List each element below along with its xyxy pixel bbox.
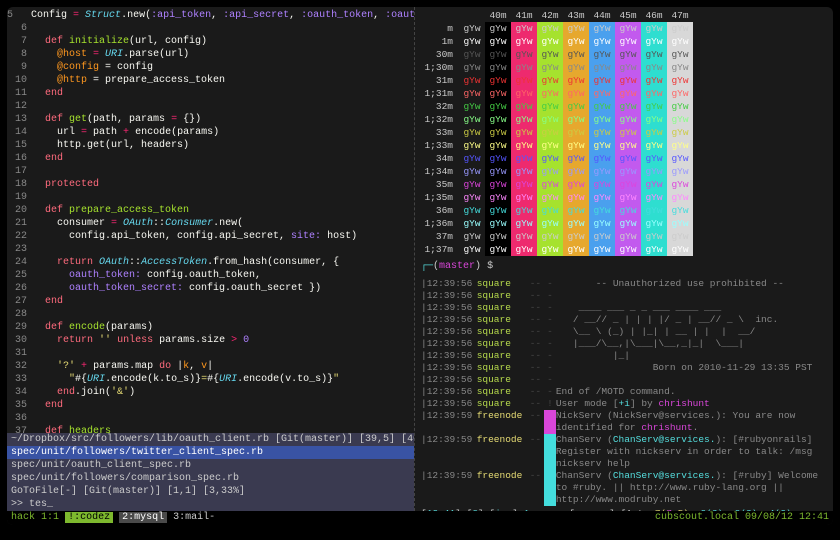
code-line[interactable]: 30 return '' unless params.size > 0 — [7, 334, 414, 347]
code-line[interactable]: 11 end — [7, 87, 414, 100]
code-line[interactable]: 28 — [7, 308, 414, 321]
code-line[interactable]: 21 consumer = OAuth::Consumer.new( — [7, 217, 414, 230]
code-line[interactable]: 26 oauth_token_secret: config.oauth_secr… — [7, 282, 414, 295]
code-line[interactable]: 16 end — [7, 152, 414, 165]
color-row: 30mgYwgYwgYwgYwgYwgYwgYwgYwgYw — [421, 48, 827, 61]
code-line[interactable]: 34 end.join('&') — [7, 386, 414, 399]
hack-bar: hack 1:1 !:codez 2:mysql 3:mail- cubscou… — [7, 511, 833, 525]
irc-line: |12:39:56square--- ____ ___ _ _ ___ ____… — [421, 302, 827, 314]
col-header: 40m — [485, 9, 511, 22]
col-header: 46m — [641, 9, 667, 22]
col-header: 44m — [589, 9, 615, 22]
code-line[interactable]: 13 def get(path, params = {}) — [7, 113, 414, 126]
irc-line: |12:39:56square--- Born on 2010-11-29 13… — [421, 362, 827, 374]
code-line[interactable]: 33 "#{URI.encode(k.to_s)}=#{URI.encode(v… — [7, 373, 414, 386]
window-active[interactable]: !:codez — [65, 512, 113, 523]
code-line[interactable]: 25 oauth_token: config.oauth_token, — [7, 269, 414, 282]
right-pane: 40m41m42m43m44m45m46m47mmgYwgYwgYwgYwgYw… — [415, 7, 833, 511]
code-line[interactable]: 24 return OAuth::AccessToken.from_hash(c… — [7, 256, 414, 269]
editor-pane: 5 Config = Struct.new(:api_token, :api_s… — [7, 7, 415, 511]
status-line: ~/Dropbox/src/followers/lib/oauth_client… — [7, 433, 414, 446]
code-line[interactable]: 37 def headers — [7, 425, 414, 433]
code-line[interactable]: 22 config.api_token, config.api_secret, … — [7, 230, 414, 243]
irc-line: |12:39:56square--- — [421, 374, 827, 386]
color-test-grid: 40m41m42m43m44m45m46m47mmgYwgYwgYwgYwgYw… — [415, 7, 833, 258]
file-status-area: ~/Dropbox/src/followers/lib/oauth_client… — [7, 433, 414, 511]
irc-line: |12:39:56square--- / __// _ | | | |/ _ |… — [421, 314, 827, 326]
code-line[interactable]: 5 Config = Struct.new(:api_token, :api_s… — [7, 9, 414, 22]
color-row: 37mgYwgYwgYwgYwgYwgYwgYwgYwgYw — [421, 230, 827, 243]
status-line: spec/unit/oauth_client_spec.rb — [7, 459, 414, 472]
code-line[interactable]: 27 end — [7, 295, 414, 308]
col-header: 43m — [563, 9, 589, 22]
code-line[interactable]: 36 — [7, 412, 414, 425]
code-line[interactable]: 23 — [7, 243, 414, 256]
color-row: 35mgYwgYwgYwgYwgYwgYwgYwgYwgYw — [421, 178, 827, 191]
irc-line: |12:39:56square--!User mode [+i] by chri… — [421, 398, 827, 410]
window-2[interactable]: 2:mysql — [119, 512, 167, 523]
color-row: 1;32mgYwgYwgYwgYwgYwgYwgYwgYwgYw — [421, 113, 827, 126]
color-row: 34mgYwgYwgYwgYwgYwgYwgYwgYwgYw — [421, 152, 827, 165]
code-line[interactable]: 19 — [7, 191, 414, 204]
status-line[interactable]: spec/unit/followers/twitter_client_spec.… — [7, 446, 414, 459]
status-line: >> tes_ — [7, 498, 414, 511]
code-line[interactable]: 10 @http = prepare_access_token — [7, 74, 414, 87]
irc-line: |12:39:59freenode---ChanServ (ChanServ@s… — [421, 470, 827, 506]
code-buffer[interactable]: 5 Config = Struct.new(:api_token, :api_s… — [7, 7, 414, 433]
code-line[interactable]: 6 — [7, 22, 414, 35]
session-name: hack — [11, 512, 35, 523]
color-row: 36mgYwgYwgYwgYwgYwgYwgYwgYwgYw — [421, 204, 827, 217]
status-line: GoToFile[-] [Git(master)] [1,1] [3,33%] — [7, 485, 414, 498]
irc-log[interactable]: |12:39:56square--- -- Unauthorized use p… — [415, 277, 833, 507]
code-line[interactable]: 9 @config = config — [7, 61, 414, 74]
code-line[interactable]: 29 def encode(params) — [7, 321, 414, 334]
col-header: 45m — [615, 9, 641, 22]
irc-line: |12:39:56square--- |_| — [421, 350, 827, 362]
irc-line: |12:39:56square--- — [421, 290, 827, 302]
irc-line: |12:39:56square--- -- Unauthorized use p… — [421, 278, 827, 290]
color-row: 33mgYwgYwgYwgYwgYwgYwgYwgYwgYw — [421, 126, 827, 139]
code-line[interactable]: 18 protected — [7, 178, 414, 191]
color-row: 1;37mgYwgYwgYwgYwgYwgYwgYwgYwgYw — [421, 243, 827, 256]
color-row: 1;31mgYwgYwgYwgYwgYwgYwgYwgYwgYw — [421, 87, 827, 100]
clock-host: cubscout.local 09/08/12 12:41 — [655, 511, 829, 525]
code-line[interactable]: 17 — [7, 165, 414, 178]
color-row: 1mgYwgYwgYwgYwgYwgYwgYwgYwgYw — [421, 35, 827, 48]
shell-prompt[interactable]: ┌─(master) $ — [415, 258, 833, 275]
code-line[interactable]: 32 '?' + params.map do |k, v| — [7, 360, 414, 373]
color-row: 31mgYwgYwgYwgYwgYwgYwgYwgYwgYw — [421, 74, 827, 87]
code-line[interactable]: 31 — [7, 347, 414, 360]
window-index: 1:1 — [41, 512, 59, 523]
irc-line: |12:39:56square--- \__ \ (_) | |_| | __ … — [421, 326, 827, 338]
code-line[interactable]: 14 url = path + encode(params) — [7, 126, 414, 139]
irc-line: |12:39:59freenode---NickServ (NickServ@s… — [421, 410, 827, 434]
color-row: 1;36mgYwgYwgYwgYwgYwgYwgYwgYwgYw — [421, 217, 827, 230]
irc-line: |12:39:59freenode---ChanServ (ChanServ@s… — [421, 434, 827, 470]
irc-line: |12:39:56square--- |___/\__,|\___|\__,_|… — [421, 338, 827, 350]
col-header: 41m — [511, 9, 537, 22]
color-row: 1;30mgYwgYwgYwgYwgYwgYwgYwgYwgYw — [421, 61, 827, 74]
status-line: spec/unit/followers/comparison_spec.rb — [7, 472, 414, 485]
code-line[interactable]: 35 end — [7, 399, 414, 412]
code-line[interactable]: 15 http.get(url, headers) — [7, 139, 414, 152]
code-line[interactable]: 20 def prepare_access_token — [7, 204, 414, 217]
code-line[interactable]: 7 def initialize(url, config) — [7, 35, 414, 48]
color-row: 1;33mgYwgYwgYwgYwgYwgYwgYwgYwgYw — [421, 139, 827, 152]
color-row: 32mgYwgYwgYwgYwgYwgYwgYwgYwgYw — [421, 100, 827, 113]
col-header: 47m — [667, 9, 693, 22]
irc-line: |12:39:56square---End of /MOTD command. — [421, 386, 827, 398]
window-3[interactable]: 3:mail- — [173, 512, 215, 523]
code-line[interactable]: 12 — [7, 100, 414, 113]
col-header: 42m — [537, 9, 563, 22]
code-line[interactable]: 8 @host = URI.parse(url) — [7, 48, 414, 61]
color-row: 1;34mgYwgYwgYwgYwgYwgYwgYwgYwgYw — [421, 165, 827, 178]
color-row: mgYwgYwgYwgYwgYwgYwgYwgYwgYw — [421, 22, 827, 35]
color-row: 1;35mgYwgYwgYwgYwgYwgYwgYwgYwgYw — [421, 191, 827, 204]
